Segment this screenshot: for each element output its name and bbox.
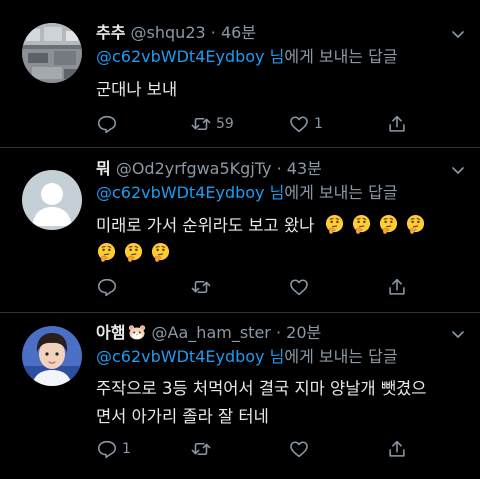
user-handle[interactable]: @Od2yrfgwa5KgjTy — [116, 159, 272, 178]
tweet-text: 주작으로 3등 처먹어서 결국 지마 양날개 뺏겼으 면서 아가리 졸라 잘 터… — [96, 375, 426, 431]
reply-button[interactable] — [96, 112, 122, 136]
thinking-face-emoji-icon — [325, 214, 343, 234]
reply-count: 1 — [122, 441, 131, 457]
retweet-button[interactable] — [190, 275, 216, 299]
reply-mention-link[interactable]: @c62vbWDt4Eydboy — [96, 183, 265, 202]
reply-label: 에게 보내는 답글 — [284, 47, 398, 66]
like-button[interactable]: 1 — [288, 112, 323, 136]
avatar-photo — [22, 23, 82, 83]
reply-button[interactable]: 1 — [96, 437, 131, 461]
reply-context: @c62vbWDt4Eydboy 님에게 보내는 답글 — [96, 46, 398, 68]
tweet-3[interactable]: 아햄 @Aa_ham_ster · 20분 @c62vbWDt4Eydboy 님… — [0, 313, 480, 479]
tweet-text: 군대나 보내 — [96, 76, 177, 104]
retweet-button[interactable]: 59 — [190, 112, 234, 136]
hamster-face-emoji-icon — [129, 325, 146, 340]
reply-icon — [97, 440, 117, 459]
separator: · — [276, 159, 282, 178]
thinking-face-emoji-icon — [379, 214, 397, 234]
retweet-icon — [191, 117, 211, 131]
retweet-count: 59 — [216, 116, 234, 132]
retweet-button[interactable] — [190, 437, 216, 461]
tweet-2[interactable]: 뭐 @Od2yrfgwa5KgjTy · 43분 @c62vbWDt4Eydbo… — [0, 148, 480, 313]
thinking-face-emoji-icon — [352, 214, 370, 234]
timestamp[interactable]: 43분 — [287, 159, 322, 178]
reply-button[interactable] — [96, 275, 122, 299]
like-button[interactable] — [288, 437, 314, 461]
tweet-text-line: 면서 아가리 졸라 잘 터네 — [96, 407, 269, 426]
tweet-text-line: 군대나 보내 — [96, 80, 178, 99]
share-button[interactable] — [386, 275, 408, 299]
display-name[interactable]: 추추 — [96, 23, 125, 42]
share-icon — [389, 115, 405, 132]
reply-nim: 님 — [264, 183, 285, 202]
thinking-face-emoji-icon — [406, 214, 424, 234]
share-button[interactable] — [386, 112, 408, 136]
chevron-down-icon[interactable] — [450, 26, 466, 42]
reply-nim: 님 — [264, 47, 285, 66]
reply-label: 에게 보내는 답글 — [284, 183, 398, 202]
user-handle[interactable]: @shqu23 — [131, 23, 206, 42]
reply-label: 에게 보내는 답글 — [284, 347, 398, 366]
thinking-face-emoji-icon — [151, 242, 170, 262]
avatar[interactable] — [22, 326, 82, 386]
tweet-text-line-2 — [96, 240, 426, 268]
chevron-down-icon[interactable] — [450, 162, 466, 178]
heart-icon — [290, 441, 308, 458]
reply-icon — [97, 278, 117, 297]
chevron-down-icon[interactable] — [450, 326, 466, 342]
thinking-face-emoji-icon — [124, 242, 143, 262]
separator: · — [275, 323, 282, 342]
heart-icon — [290, 116, 308, 133]
like-button[interactable] — [288, 275, 314, 299]
tweet-header: 아햄 @Aa_ham_ster · 20분 — [96, 322, 321, 344]
reply-mention-link[interactable]: @c62vbWDt4Eydboy — [96, 347, 265, 366]
tweet-text: 미래로 가서 순위라도 보고 왔나 — [96, 212, 426, 268]
separator: · — [210, 23, 216, 42]
timestamp[interactable]: 46분 — [221, 23, 256, 42]
timestamp[interactable]: 20분 — [286, 323, 321, 342]
retweet-icon — [191, 280, 211, 294]
avatar[interactable] — [22, 23, 82, 83]
heart-icon — [290, 279, 308, 296]
share-button[interactable] — [386, 437, 408, 461]
share-icon — [389, 278, 405, 295]
reply-icon — [97, 115, 117, 134]
reply-nim: 님 — [264, 347, 285, 366]
tweet-header: 추추 @shqu23 · 46분 — [96, 22, 256, 44]
reply-mention-link[interactable]: @c62vbWDt4Eydboy — [96, 47, 265, 66]
tweet-text-line-1: 미래로 가서 순위라도 보고 왔나 — [96, 212, 426, 240]
reply-context: @c62vbWDt4Eydboy 님에게 보내는 답글 — [96, 346, 398, 368]
tweet-text-line: 주작으로 3등 처먹어서 결국 지마 양날개 뺏겼으 — [96, 379, 427, 398]
emoji-group — [324, 214, 426, 235]
tweet-text-line: 미래로 가서 순위라도 보고 왔나 — [96, 216, 315, 235]
tweet-1[interactable]: 추추 @shqu23 · 46분 @c62vbWDt4Eydboy 님에게 보내… — [0, 0, 480, 148]
display-name[interactable]: 뭐 — [96, 159, 111, 178]
avatar-photo — [22, 326, 82, 386]
share-icon — [389, 440, 405, 457]
default-avatar-icon — [22, 170, 82, 230]
avatar[interactable] — [22, 170, 82, 230]
retweet-icon — [191, 442, 211, 456]
thinking-face-emoji-icon — [97, 242, 116, 262]
reply-context: @c62vbWDt4Eydboy 님에게 보내는 답글 — [96, 182, 398, 204]
tweet-header: 뭐 @Od2yrfgwa5KgjTy · 43분 — [96, 158, 322, 180]
display-name[interactable]: 아햄 — [96, 323, 125, 342]
user-handle[interactable]: @Aa_ham_ster — [152, 323, 271, 342]
like-count: 1 — [314, 116, 323, 132]
